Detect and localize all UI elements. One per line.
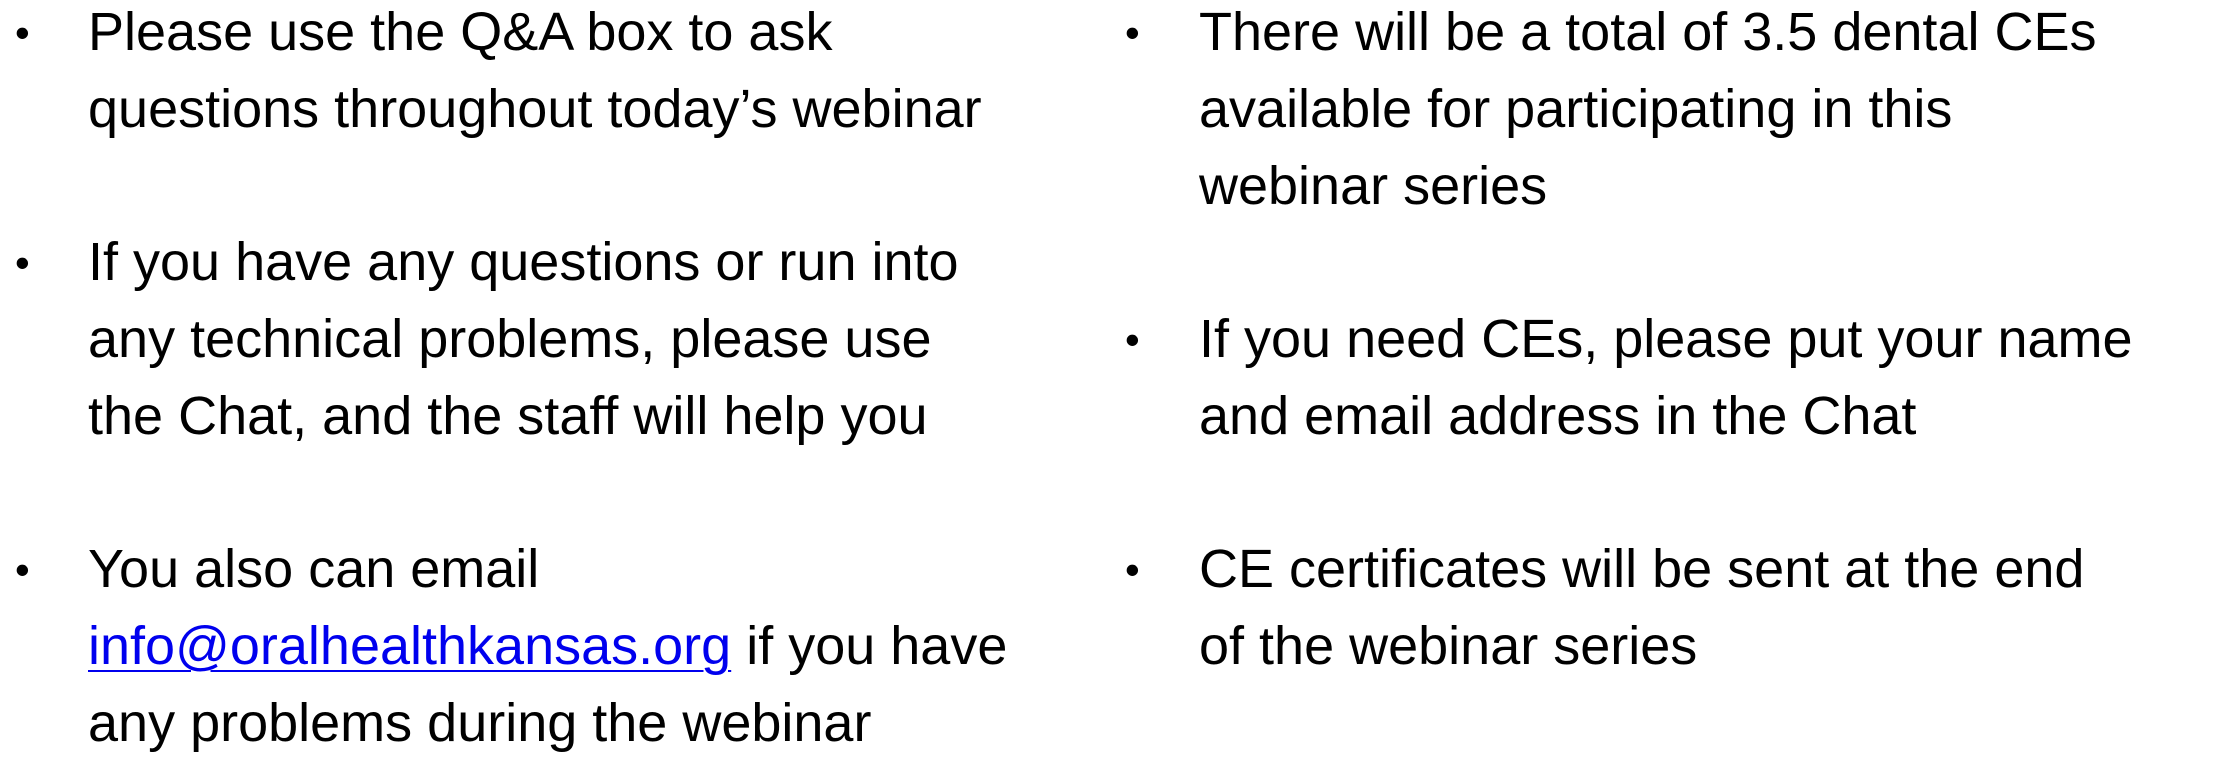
bullet-dot: •	[1125, 546, 1140, 593]
bullet-line: available for participating in this	[1199, 79, 1953, 139]
bullet-line: webinar series	[1199, 156, 1548, 216]
bullet-line: You also can email	[88, 539, 540, 599]
bullet-line: If you have any questions or run into	[88, 232, 959, 292]
bullet-text: If you have any questions or run into an…	[88, 224, 1110, 455]
bullet-dot: •	[15, 239, 30, 286]
bullet-line: of the webinar series	[1199, 616, 1698, 676]
bullet-line: the Chat, and the staff will help you	[88, 386, 928, 446]
bullet-text: If you need CEs, please put your name an…	[1199, 301, 2216, 455]
bullet-text: There will be a total of 3.5 dental CEs …	[1199, 0, 2216, 225]
bullet-dot: •	[15, 546, 30, 593]
bullet-dot: •	[1125, 9, 1140, 56]
bullet-dot: •	[1125, 316, 1140, 363]
bullet-line-with-link: info@oralhealthkansas.org if you have	[88, 608, 1110, 685]
bullet-line-suffix: if you have	[731, 616, 1008, 676]
bullet-line: any technical problems, please use	[88, 309, 932, 369]
bullet-dot: •	[15, 9, 30, 56]
bullet-line: questions throughout today’s webinar	[88, 79, 982, 139]
bullet-line: If you need CEs, please put your name	[1199, 309, 2133, 369]
bullet-line: CE certificates will be sent at the end	[1199, 539, 2085, 599]
bullet-text: Please use the Q&A box to ask questions …	[88, 0, 1110, 148]
bullet-line: Please use the Q&A box to ask	[88, 2, 833, 62]
bullet-text: You also can email info@oralhealthkansas…	[88, 531, 1110, 762]
bullet-line: There will be a total of 3.5 dental CEs	[1199, 2, 2097, 62]
bullet-text: CE certificates will be sent at the end …	[1199, 531, 2216, 685]
bullet-line: any problems during the webinar	[88, 693, 872, 753]
email-link[interactable]: info@oralhealthkansas.org	[88, 616, 731, 676]
bullet-line: and email address in the Chat	[1199, 386, 1917, 446]
